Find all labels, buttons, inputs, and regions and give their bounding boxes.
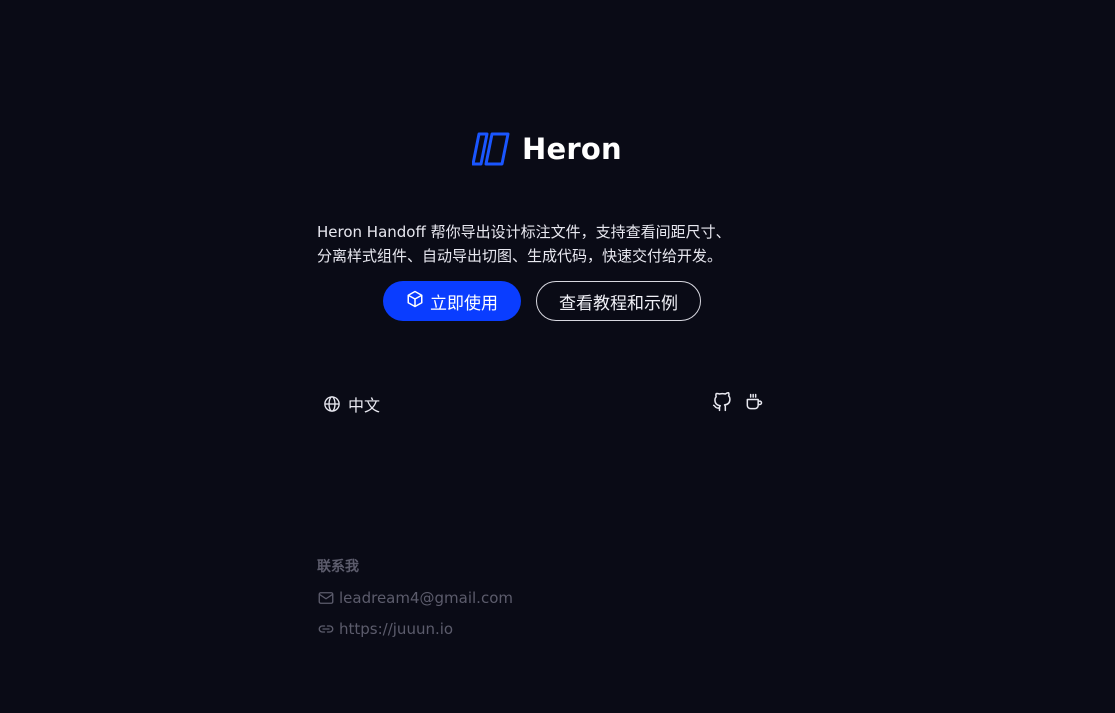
tutorials-button[interactable]: 查看教程和示例 [536,281,701,321]
start-using-button[interactable]: 立即使用 [383,281,521,321]
description-line-1: Heron Handoff 帮你导出设计标注文件，支持查看间距尺寸、 [317,223,731,241]
contact-title: 联系我 [317,559,359,575]
contact-website[interactable]: https://juuun.io [339,620,453,638]
landing-page: Heron Heron Handoff 帮你导出设计标注文件，支持查看间距尺寸、… [0,0,1115,713]
brand-header: Heron [472,132,622,166]
globe-icon [323,395,341,413]
heron-logo-icon [472,132,510,166]
product-description: Heron Handoff 帮你导出设计标注文件，支持查看间距尺寸、 分离样式组… [317,220,787,268]
language-switcher[interactable]: 中文 [323,392,380,416]
coffee-icon[interactable] [744,392,764,412]
language-label: 中文 [348,396,381,415]
link-icon [317,620,335,638]
github-icon[interactable] [712,392,732,412]
contact-section: 联系我 leadream4@gmail.com https://juuun.io [317,556,513,650]
brand-name: Heron [522,132,622,166]
description-line-2: 分离样式组件、自动导出切图、生成代码，快速交付给开发。 [317,247,723,265]
contact-website-row[interactable]: https://juuun.io [317,619,513,639]
start-using-label: 立即使用 [430,293,498,314]
social-links [712,392,764,412]
action-buttons: 立即使用 查看教程和示例 [383,281,701,321]
contact-email-row[interactable]: leadream4@gmail.com [317,588,513,608]
tutorials-label: 查看教程和示例 [559,293,678,314]
cube-icon [406,290,424,313]
mail-icon [317,589,335,607]
contact-email[interactable]: leadream4@gmail.com [339,589,513,607]
